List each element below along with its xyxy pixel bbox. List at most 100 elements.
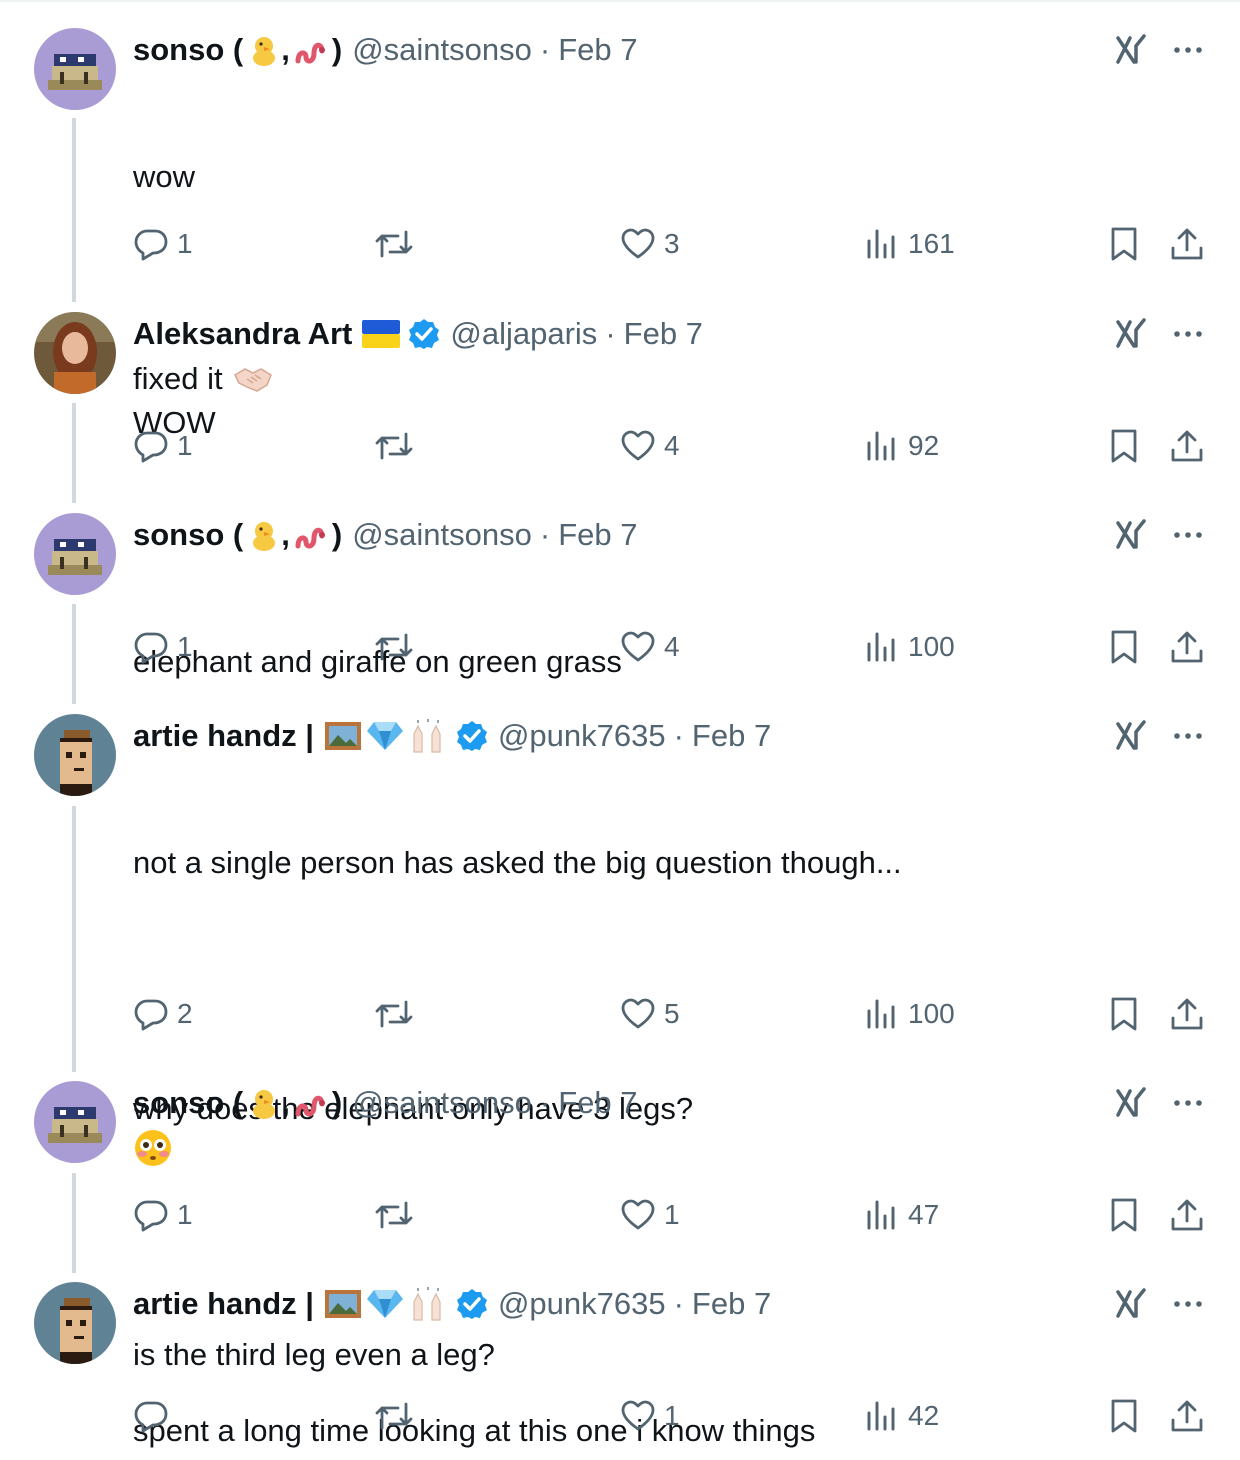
views-button[interactable]: 47	[864, 1195, 939, 1235]
like-button[interactable]: 5	[620, 994, 680, 1034]
reply-button[interactable]: 2	[133, 994, 193, 1034]
more-icon[interactable]	[1170, 32, 1206, 68]
repost-button[interactable]	[374, 426, 422, 466]
avatar[interactable]	[34, 714, 116, 796]
separator: ·	[539, 32, 551, 67]
reply-icon	[134, 632, 168, 664]
grok-icon[interactable]	[1114, 32, 1150, 68]
more-icon[interactable]	[1170, 316, 1206, 352]
views-button[interactable]: 161	[864, 224, 955, 264]
tweet-line: wow	[133, 159, 196, 194]
more-icon[interactable]	[1170, 1286, 1206, 1322]
display-name[interactable]: artie handz |	[133, 714, 314, 758]
ukraine-flag-icon	[362, 320, 401, 348]
repost-button[interactable]	[374, 1396, 422, 1436]
handle[interactable]: @saintsonso	[352, 513, 532, 557]
like-count: 1	[664, 1199, 680, 1230]
like-button[interactable]: 3	[620, 224, 680, 264]
share-icon	[1171, 430, 1203, 462]
timestamp[interactable]: Feb 7	[558, 28, 637, 72]
bookmark-button[interactable]	[1106, 1396, 1142, 1436]
handle[interactable]: @saintsonso	[352, 28, 532, 72]
reply-icon	[134, 229, 168, 261]
bookmark-button[interactable]	[1106, 1195, 1142, 1235]
reply-count: 1	[177, 1199, 193, 1230]
handle[interactable]: @saintsonso	[352, 1081, 532, 1125]
worm-emoji-icon	[294, 1086, 328, 1120]
framed-picture-emoji-icon	[324, 1289, 362, 1319]
share-icon	[1171, 631, 1203, 663]
grok-icon[interactable]	[1114, 1286, 1150, 1322]
display-name[interactable]: Aleksandra Art	[133, 312, 352, 356]
bookmark-button[interactable]	[1106, 627, 1142, 667]
more-icon[interactable]	[1170, 718, 1206, 754]
share-button[interactable]	[1169, 627, 1205, 667]
timestamp[interactable]: Feb 7	[624, 312, 703, 356]
avatar[interactable]	[34, 28, 116, 110]
views-button[interactable]: 92	[864, 426, 939, 466]
heart-icon	[621, 631, 655, 662]
more-icon[interactable]	[1170, 1085, 1206, 1121]
display-name[interactable]: sonso (	[133, 513, 243, 557]
action-bar: 1 4 92	[0, 426, 1240, 466]
repost-button[interactable]	[374, 1195, 422, 1235]
repost-button[interactable]	[374, 994, 422, 1034]
bookmark-button[interactable]	[1106, 224, 1142, 264]
more-icon[interactable]	[1170, 517, 1206, 553]
reply-icon	[134, 999, 168, 1031]
share-button[interactable]	[1169, 994, 1205, 1034]
name-comma: ,	[281, 32, 290, 67]
avatar[interactable]	[34, 1081, 116, 1163]
avatar[interactable]	[34, 1282, 116, 1364]
share-button[interactable]	[1169, 224, 1205, 264]
handle[interactable]: @punk7635	[498, 714, 666, 758]
timestamp[interactable]: Feb 7	[558, 513, 637, 557]
timestamp[interactable]: Feb 7	[692, 1282, 771, 1326]
tweet-text: fixed it	[133, 358, 1180, 399]
timestamp[interactable]: Feb 7	[692, 714, 771, 758]
views-button[interactable]: 42	[864, 1396, 939, 1436]
separator: ·	[539, 1085, 551, 1120]
views-button[interactable]: 100	[864, 994, 955, 1034]
reply-button[interactable]: 1	[133, 426, 193, 466]
share-button[interactable]	[1169, 1396, 1205, 1436]
display-name[interactable]: sonso (	[133, 28, 243, 72]
like-button[interactable]: 1	[620, 1195, 680, 1235]
reply-button[interactable]: 1	[133, 627, 193, 667]
reply-button[interactable]	[133, 1396, 177, 1436]
handle[interactable]: @aljaparis	[450, 312, 597, 356]
reply-count: 1	[177, 430, 193, 461]
worm-emoji-icon	[294, 518, 328, 552]
timestamp[interactable]: Feb 7	[558, 1081, 637, 1125]
repost-button[interactable]	[374, 224, 422, 264]
grok-icon[interactable]	[1114, 718, 1150, 754]
grok-icon[interactable]	[1114, 1085, 1150, 1121]
avatar[interactable]	[34, 312, 116, 394]
reply-button[interactable]: 1	[133, 224, 193, 264]
verified-badge-icon[interactable]	[456, 720, 488, 752]
bookmark-button[interactable]	[1106, 994, 1142, 1034]
share-button[interactable]	[1169, 426, 1205, 466]
avatar[interactable]	[34, 513, 116, 595]
bookmark-button[interactable]	[1106, 426, 1142, 466]
like-button[interactable]: 4	[620, 627, 680, 667]
views-icon	[867, 632, 895, 662]
grok-icon[interactable]	[1114, 316, 1150, 352]
framed-picture-emoji-icon	[324, 721, 362, 751]
views-button[interactable]: 100	[864, 627, 955, 667]
grok-icon[interactable]	[1114, 517, 1150, 553]
handle[interactable]: @punk7635	[498, 1282, 666, 1326]
like-button[interactable]: 1	[620, 1396, 680, 1436]
share-button[interactable]	[1169, 1195, 1205, 1235]
action-bar: 1 42	[0, 1396, 1240, 1436]
handshake-emoji-icon	[233, 363, 273, 395]
like-button[interactable]: 4	[620, 426, 680, 466]
display-name[interactable]: artie handz |	[133, 1282, 314, 1326]
verified-badge-icon[interactable]	[408, 318, 440, 350]
view-count: 42	[908, 1400, 940, 1431]
reply-button[interactable]: 1	[133, 1195, 193, 1235]
repost-button[interactable]	[374, 627, 422, 667]
gem-emoji-icon	[366, 1288, 404, 1320]
display-name[interactable]: sonso (	[133, 1081, 243, 1125]
verified-badge-icon[interactable]	[456, 1288, 488, 1320]
